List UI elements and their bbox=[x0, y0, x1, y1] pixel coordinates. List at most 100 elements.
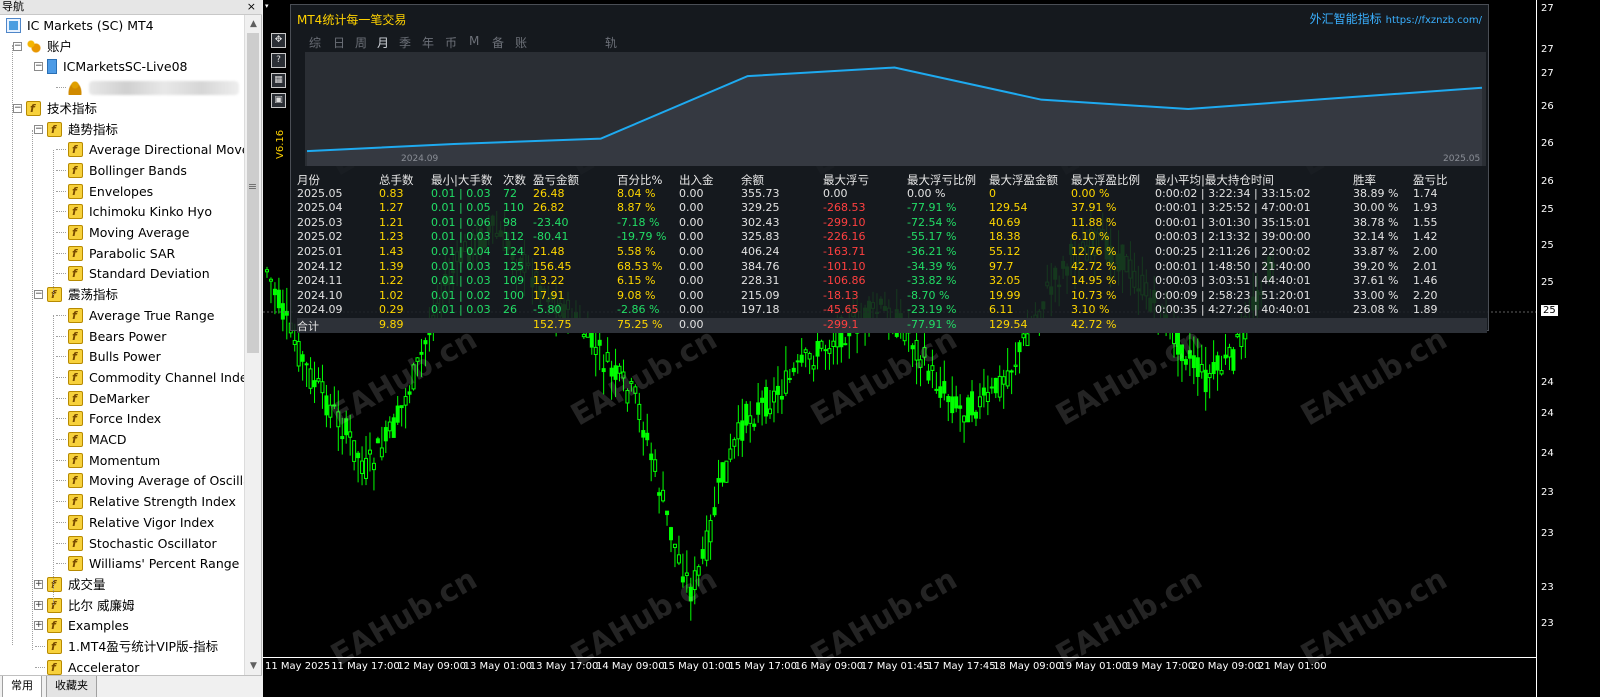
tree-item[interactable]: Envelopes bbox=[68, 181, 153, 202]
candle[interactable] bbox=[617, 363, 622, 382]
candle[interactable] bbox=[348, 414, 353, 456]
candle[interactable] bbox=[340, 417, 345, 455]
scroll-up-icon[interactable]: ▲ bbox=[247, 17, 260, 31]
candle[interactable] bbox=[280, 289, 285, 332]
candle[interactable] bbox=[843, 337, 848, 346]
candle[interactable] bbox=[1199, 344, 1204, 379]
candle[interactable] bbox=[922, 333, 927, 366]
candle[interactable] bbox=[914, 324, 919, 385]
candle[interactable] bbox=[419, 338, 424, 377]
candle[interactable] bbox=[688, 577, 693, 621]
candle[interactable] bbox=[764, 379, 769, 424]
candle[interactable] bbox=[1207, 364, 1212, 399]
candle[interactable] bbox=[1183, 355, 1188, 371]
tree-item[interactable]: Bears Power bbox=[68, 326, 166, 347]
candle[interactable] bbox=[970, 380, 975, 423]
candle[interactable] bbox=[387, 416, 392, 439]
help-icon[interactable]: ? bbox=[271, 53, 286, 68]
candle[interactable] bbox=[1215, 351, 1220, 391]
candle[interactable] bbox=[669, 526, 673, 553]
candle[interactable] bbox=[760, 390, 765, 426]
candle[interactable] bbox=[1211, 340, 1216, 380]
tree-item[interactable]: Relative Strength Index bbox=[68, 491, 236, 512]
candle[interactable] bbox=[981, 368, 986, 408]
candle[interactable] bbox=[300, 350, 305, 381]
panel-tab[interactable]: 备 bbox=[492, 34, 504, 51]
candle[interactable] bbox=[1231, 346, 1236, 375]
candle[interactable] bbox=[926, 363, 931, 384]
candle[interactable] bbox=[1013, 342, 1018, 376]
tree-item[interactable]: 成交量 bbox=[47, 574, 106, 595]
candle[interactable] bbox=[645, 413, 650, 447]
candle[interactable] bbox=[791, 362, 796, 376]
candle[interactable] bbox=[613, 348, 618, 398]
candle[interactable] bbox=[328, 393, 333, 429]
candle[interactable] bbox=[364, 436, 369, 486]
brand-url[interactable]: https://fxznzb.com/ bbox=[1386, 15, 1482, 26]
candle[interactable] bbox=[676, 535, 681, 566]
tree-item[interactable]: Momentum bbox=[68, 450, 160, 471]
candle[interactable] bbox=[768, 389, 773, 419]
candle[interactable] bbox=[1179, 344, 1184, 382]
candle[interactable] bbox=[799, 338, 804, 367]
candle[interactable] bbox=[950, 376, 955, 424]
brand-link[interactable]: 外汇智能指标 https://fxznzb.com/ bbox=[1310, 10, 1482, 27]
candle[interactable] bbox=[320, 364, 325, 409]
candle[interactable] bbox=[811, 355, 816, 382]
candle[interactable] bbox=[938, 366, 943, 408]
candle[interactable] bbox=[653, 449, 658, 478]
table-row[interactable]: 2024.10 1.02 0.01 | 0.02 100 17.91 9.08 % 0.00… bbox=[297, 289, 1487, 304]
tree-item[interactable]: 趋势指标 bbox=[47, 119, 118, 140]
expander-icon[interactable]: − bbox=[13, 103, 22, 113]
tree-item[interactable]: 账户 bbox=[26, 36, 72, 57]
tree-item[interactable]: 比尔 威廉姆 bbox=[47, 595, 134, 616]
candle[interactable] bbox=[649, 442, 654, 482]
candle[interactable] bbox=[966, 394, 971, 423]
candle[interactable] bbox=[265, 266, 269, 278]
candle[interactable] bbox=[316, 367, 321, 384]
candle[interactable] bbox=[272, 282, 277, 315]
candle[interactable] bbox=[379, 426, 384, 461]
candle[interactable] bbox=[332, 386, 337, 410]
scroll-thumb[interactable] bbox=[247, 33, 259, 353]
navigator-scrollbar[interactable]: ▲ ▼ bbox=[244, 15, 261, 675]
candle[interactable] bbox=[296, 330, 301, 372]
candle[interactable] bbox=[1017, 340, 1022, 374]
expander-icon[interactable]: + bbox=[34, 600, 43, 610]
candle[interactable] bbox=[625, 388, 630, 412]
candle[interactable] bbox=[740, 398, 745, 457]
chart-menu-icon[interactable]: ▾ bbox=[265, 2, 274, 11]
panel-tab[interactable]: M bbox=[469, 34, 479, 48]
candle[interactable] bbox=[942, 360, 947, 401]
candle[interactable] bbox=[403, 388, 408, 429]
candle[interactable] bbox=[771, 377, 776, 423]
candle[interactable] bbox=[633, 384, 638, 404]
candle[interactable] bbox=[308, 357, 313, 395]
candle[interactable] bbox=[641, 421, 646, 456]
tree-item[interactable]: 震荡指标 bbox=[47, 284, 118, 305]
candle[interactable] bbox=[399, 405, 404, 427]
tab-common[interactable]: 常用 bbox=[2, 676, 42, 697]
candle[interactable] bbox=[1195, 338, 1200, 396]
tree-item[interactable] bbox=[68, 77, 239, 98]
table-row[interactable]: 2024.11 1.22 0.01 | 0.03 109 13.22 6.15 % 0.00… bbox=[297, 274, 1487, 289]
time-axis[interactable]: 11 May 2025 11 May 17:00 12 May 09:00 13 Ma… bbox=[263, 657, 1536, 697]
candle[interactable] bbox=[946, 394, 951, 422]
candle[interactable] bbox=[336, 390, 341, 451]
expander-icon[interactable]: − bbox=[34, 124, 43, 134]
candle[interactable] bbox=[1187, 328, 1192, 377]
candle[interactable] bbox=[391, 413, 396, 438]
candle[interactable] bbox=[934, 372, 939, 394]
candle[interactable] bbox=[1227, 343, 1232, 371]
tree-item[interactable]: Bulls Power bbox=[68, 346, 161, 367]
candle[interactable] bbox=[383, 420, 388, 454]
candle[interactable] bbox=[993, 377, 998, 399]
candle[interactable] bbox=[629, 377, 634, 392]
candle[interactable] bbox=[407, 385, 412, 404]
candle[interactable] bbox=[657, 487, 662, 514]
candle[interactable] bbox=[423, 337, 428, 367]
candle[interactable] bbox=[827, 339, 832, 370]
candle[interactable] bbox=[665, 510, 670, 526]
candle[interactable] bbox=[704, 515, 709, 567]
candle[interactable] bbox=[344, 410, 349, 444]
